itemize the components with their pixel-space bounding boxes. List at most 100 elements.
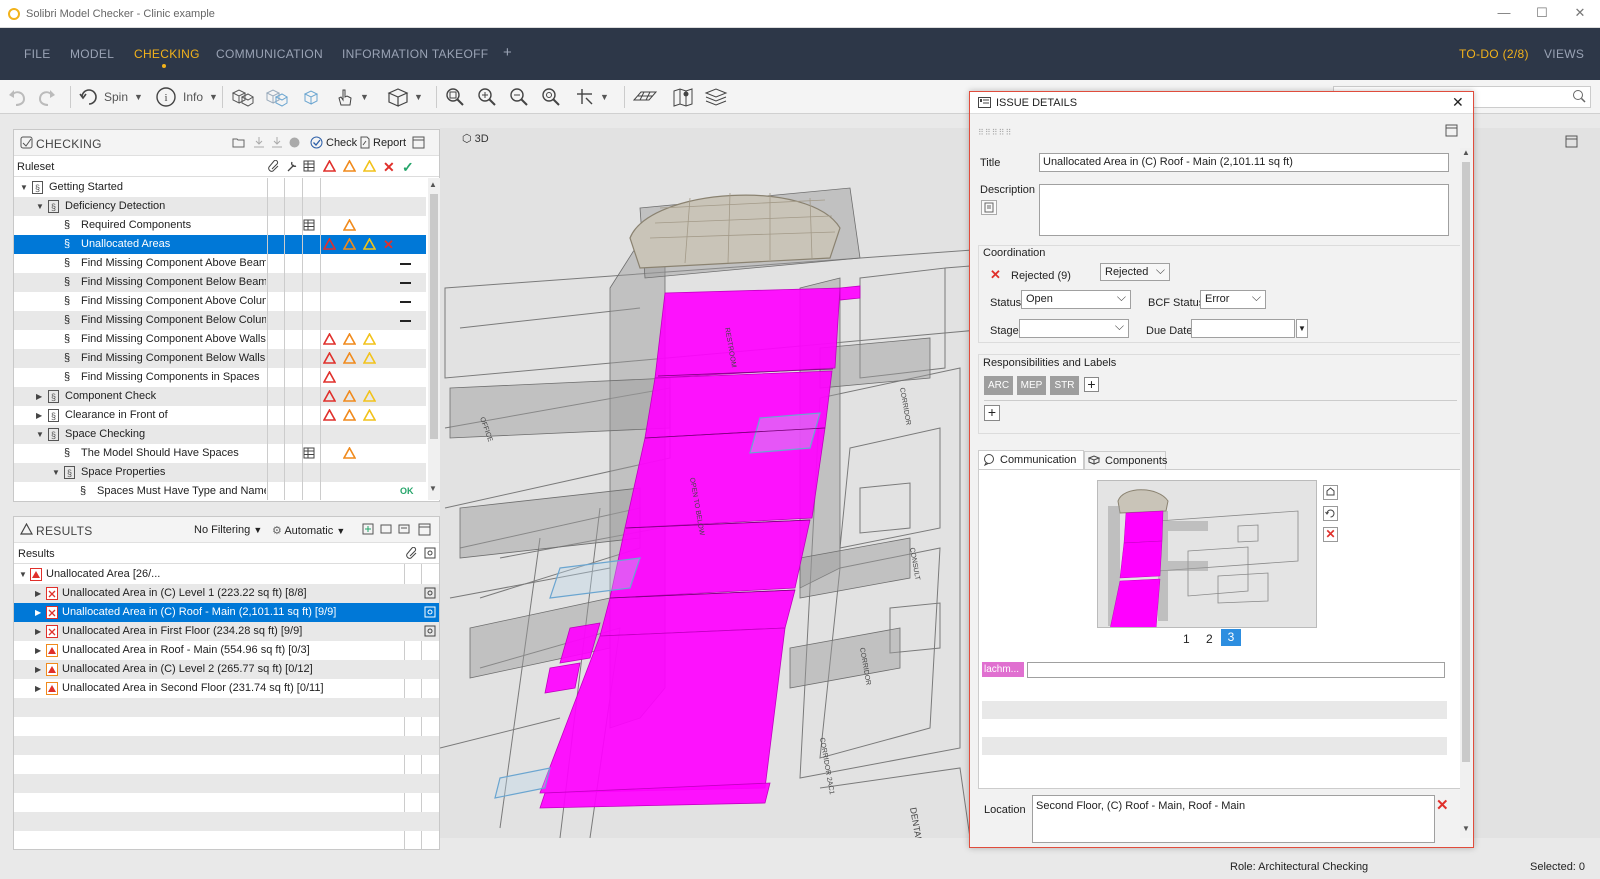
- delete-snapshot-icon[interactable]: ✕: [1323, 527, 1338, 542]
- panel-layout-icon[interactable]: [418, 523, 431, 539]
- filter-dropdown[interactable]: No Filtering ▼: [194, 524, 262, 536]
- expand-icon[interactable]: ▶: [35, 660, 41, 679]
- panel-layout-icon[interactable]: [1445, 124, 1458, 140]
- collapse-icon[interactable]: ▼: [20, 178, 28, 197]
- ruleset-row[interactable]: § Find Missing Component Below Walls: [14, 349, 426, 368]
- spin-button[interactable]: Spin ▼: [78, 85, 143, 109]
- hide-components-icon[interactable]: [264, 85, 288, 109]
- title-input[interactable]: Unallocated Area in (C) Roof - Main (2,1…: [1039, 153, 1449, 172]
- location-input[interactable]: Second Floor, (C) Roof - Main, Roof - Ma…: [1032, 795, 1435, 843]
- ruleset-row[interactable]: ▼ § Space Checking: [14, 425, 426, 444]
- status-select[interactable]: Open: [1021, 290, 1131, 309]
- due-date-input[interactable]: [1191, 319, 1295, 338]
- menu-checking[interactable]: CHECKING: [134, 47, 200, 61]
- ruleset-row[interactable]: § Spaces Must Have Type and Name OK: [14, 482, 426, 500]
- panel-layout-icon[interactable]: [412, 136, 425, 152]
- expand-icon[interactable]: ▶: [35, 679, 41, 698]
- collapse-icon[interactable]: ▼: [19, 565, 27, 584]
- close-window-icon[interactable]: ✕: [1562, 5, 1598, 23]
- download-icon[interactable]: [252, 136, 266, 152]
- snapshot-page-2[interactable]: 2: [1206, 632, 1213, 646]
- decision-select[interactable]: Rejected: [1100, 263, 1170, 281]
- stop-icon[interactable]: [288, 136, 301, 152]
- refresh-icon[interactable]: [1323, 506, 1338, 521]
- viewpoint-icon[interactable]: [424, 587, 436, 603]
- ruleset-row[interactable]: § Find Missing Component Above Column: [14, 292, 426, 311]
- menu-model[interactable]: MODEL: [70, 47, 114, 61]
- redo-icon[interactable]: [36, 85, 58, 109]
- result-row[interactable]: ▶ Unallocated Area in (C) Level 2 (265.77…: [14, 660, 439, 679]
- clear-location-icon[interactable]: ✕: [1436, 796, 1449, 814]
- menu-information-takeoff[interactable]: INFORMATION TAKEOFF: [342, 47, 488, 61]
- chevron-down-icon[interactable]: ▼: [360, 92, 369, 102]
- maximize-icon[interactable]: ☐: [1524, 5, 1560, 23]
- slide-list-icon[interactable]: [398, 523, 410, 538]
- ruleset-row[interactable]: § Find Missing Component Above Beams: [14, 254, 426, 273]
- layers-icon[interactable]: [704, 85, 728, 109]
- result-row[interactable]: ▶ Unallocated Area in (C) Level 1 (223.22…: [14, 584, 439, 603]
- add-label-icon[interactable]: +: [984, 405, 1000, 421]
- add-responsibility-icon[interactable]: +: [1084, 377, 1099, 392]
- responsibility-tag[interactable]: ARC: [984, 376, 1013, 395]
- ruleset-row[interactable]: § Find Missing Component Below Column: [14, 311, 426, 330]
- menu-communication[interactable]: COMMUNICATION: [216, 47, 323, 61]
- tab-components[interactable]: Components: [1084, 451, 1167, 469]
- isolate-components-icon[interactable]: [300, 85, 322, 109]
- close-dialog-icon[interactable]: ✕: [1452, 94, 1464, 111]
- menu-file[interactable]: FILE: [24, 47, 51, 61]
- ruleset-scrollbar[interactable]: ▲ ▼: [428, 178, 440, 500]
- result-row[interactable]: ▶ Unallocated Area in (C) Roof - Main (2,…: [14, 603, 439, 622]
- ruleset-row[interactable]: ▼ § Deficiency Detection: [14, 197, 426, 216]
- section-plane-icon[interactable]: [632, 85, 658, 109]
- snapshot-page-3[interactable]: 3: [1221, 629, 1241, 646]
- box-view-icon[interactable]: ▼: [386, 85, 423, 109]
- responsibility-tag[interactable]: STR: [1050, 376, 1079, 395]
- ruleset-row[interactable]: ▼ § Getting Started: [14, 178, 426, 197]
- info-button[interactable]: i Info ▼: [155, 85, 218, 109]
- mode-dropdown[interactable]: ⚙ Automatic ▼: [272, 524, 345, 537]
- result-row[interactable]: ▶ Unallocated Area in Second Floor (231.7…: [14, 679, 439, 698]
- update-viewpoint-icon[interactable]: [1323, 485, 1338, 500]
- expand-icon[interactable]: ▶: [35, 584, 41, 603]
- stage-select[interactable]: [1019, 319, 1129, 338]
- map-location-icon[interactable]: [672, 85, 694, 109]
- ruleset-row[interactable]: § Find Missing Component Below Beams: [14, 273, 426, 292]
- hand-pointer-icon[interactable]: ▼: [334, 85, 369, 109]
- description-input[interactable]: [1039, 184, 1449, 236]
- ruleset-row[interactable]: § Find Missing Components in Spaces: [14, 368, 426, 387]
- open-ruleset-icon[interactable]: [232, 136, 246, 152]
- result-row[interactable]: ▶ Unallocated Area in First Floor (234.28…: [14, 622, 439, 641]
- chevron-down-icon[interactable]: ▼: [414, 92, 423, 102]
- zoom-in-icon[interactable]: [476, 85, 498, 109]
- responsibility-tag[interactable]: MEP: [1017, 376, 1046, 395]
- ruleset-row[interactable]: ▶ § Component Check: [14, 387, 426, 406]
- tab-communication[interactable]: Communication: [978, 450, 1084, 469]
- chevron-down-icon[interactable]: ▼: [209, 92, 218, 102]
- zoom-selected-icon[interactable]: [540, 85, 562, 109]
- ruleset-row[interactable]: ▼ § Space Properties: [14, 463, 426, 482]
- expand-icon[interactable]: ▶: [36, 406, 42, 425]
- edit-description-icon[interactable]: [981, 200, 997, 215]
- collapse-icon[interactable]: ▼: [36, 425, 44, 444]
- measure-icon[interactable]: ▼: [574, 85, 609, 109]
- date-picker-icon[interactable]: ▼: [1296, 319, 1308, 338]
- select-components-icon[interactable]: [230, 85, 254, 109]
- ruleset-row[interactable]: § Find Missing Component Above Walls: [14, 330, 426, 349]
- undo-icon[interactable]: [6, 85, 28, 109]
- ruleset-row[interactable]: § Required Components: [14, 216, 426, 235]
- dialog-scrollbar[interactable]: ▲ ▼: [1460, 148, 1472, 838]
- issue-snapshot-thumbnail[interactable]: [1097, 480, 1317, 628]
- comment-input[interactable]: [1027, 662, 1445, 678]
- ruleset-row[interactable]: ▶ § Clearance in Front of: [14, 406, 426, 425]
- zoom-fit-icon[interactable]: [444, 85, 466, 109]
- slide-icon[interactable]: [380, 523, 392, 538]
- report-icon[interactable]: [359, 136, 371, 152]
- collapse-icon[interactable]: ▼: [52, 463, 60, 482]
- drag-handle-icon[interactable]: ⠿⠿⠿⠿⠿: [978, 128, 1012, 137]
- ruleset-row[interactable]: § The Model Should Have Spaces: [14, 444, 426, 463]
- download-all-icon[interactable]: [270, 136, 284, 152]
- check-button[interactable]: Check: [326, 137, 357, 149]
- snapshot-page-1[interactable]: 1: [1183, 632, 1190, 646]
- add-view-button[interactable]: +: [503, 44, 512, 61]
- panel-layout-icon[interactable]: [1565, 135, 1578, 151]
